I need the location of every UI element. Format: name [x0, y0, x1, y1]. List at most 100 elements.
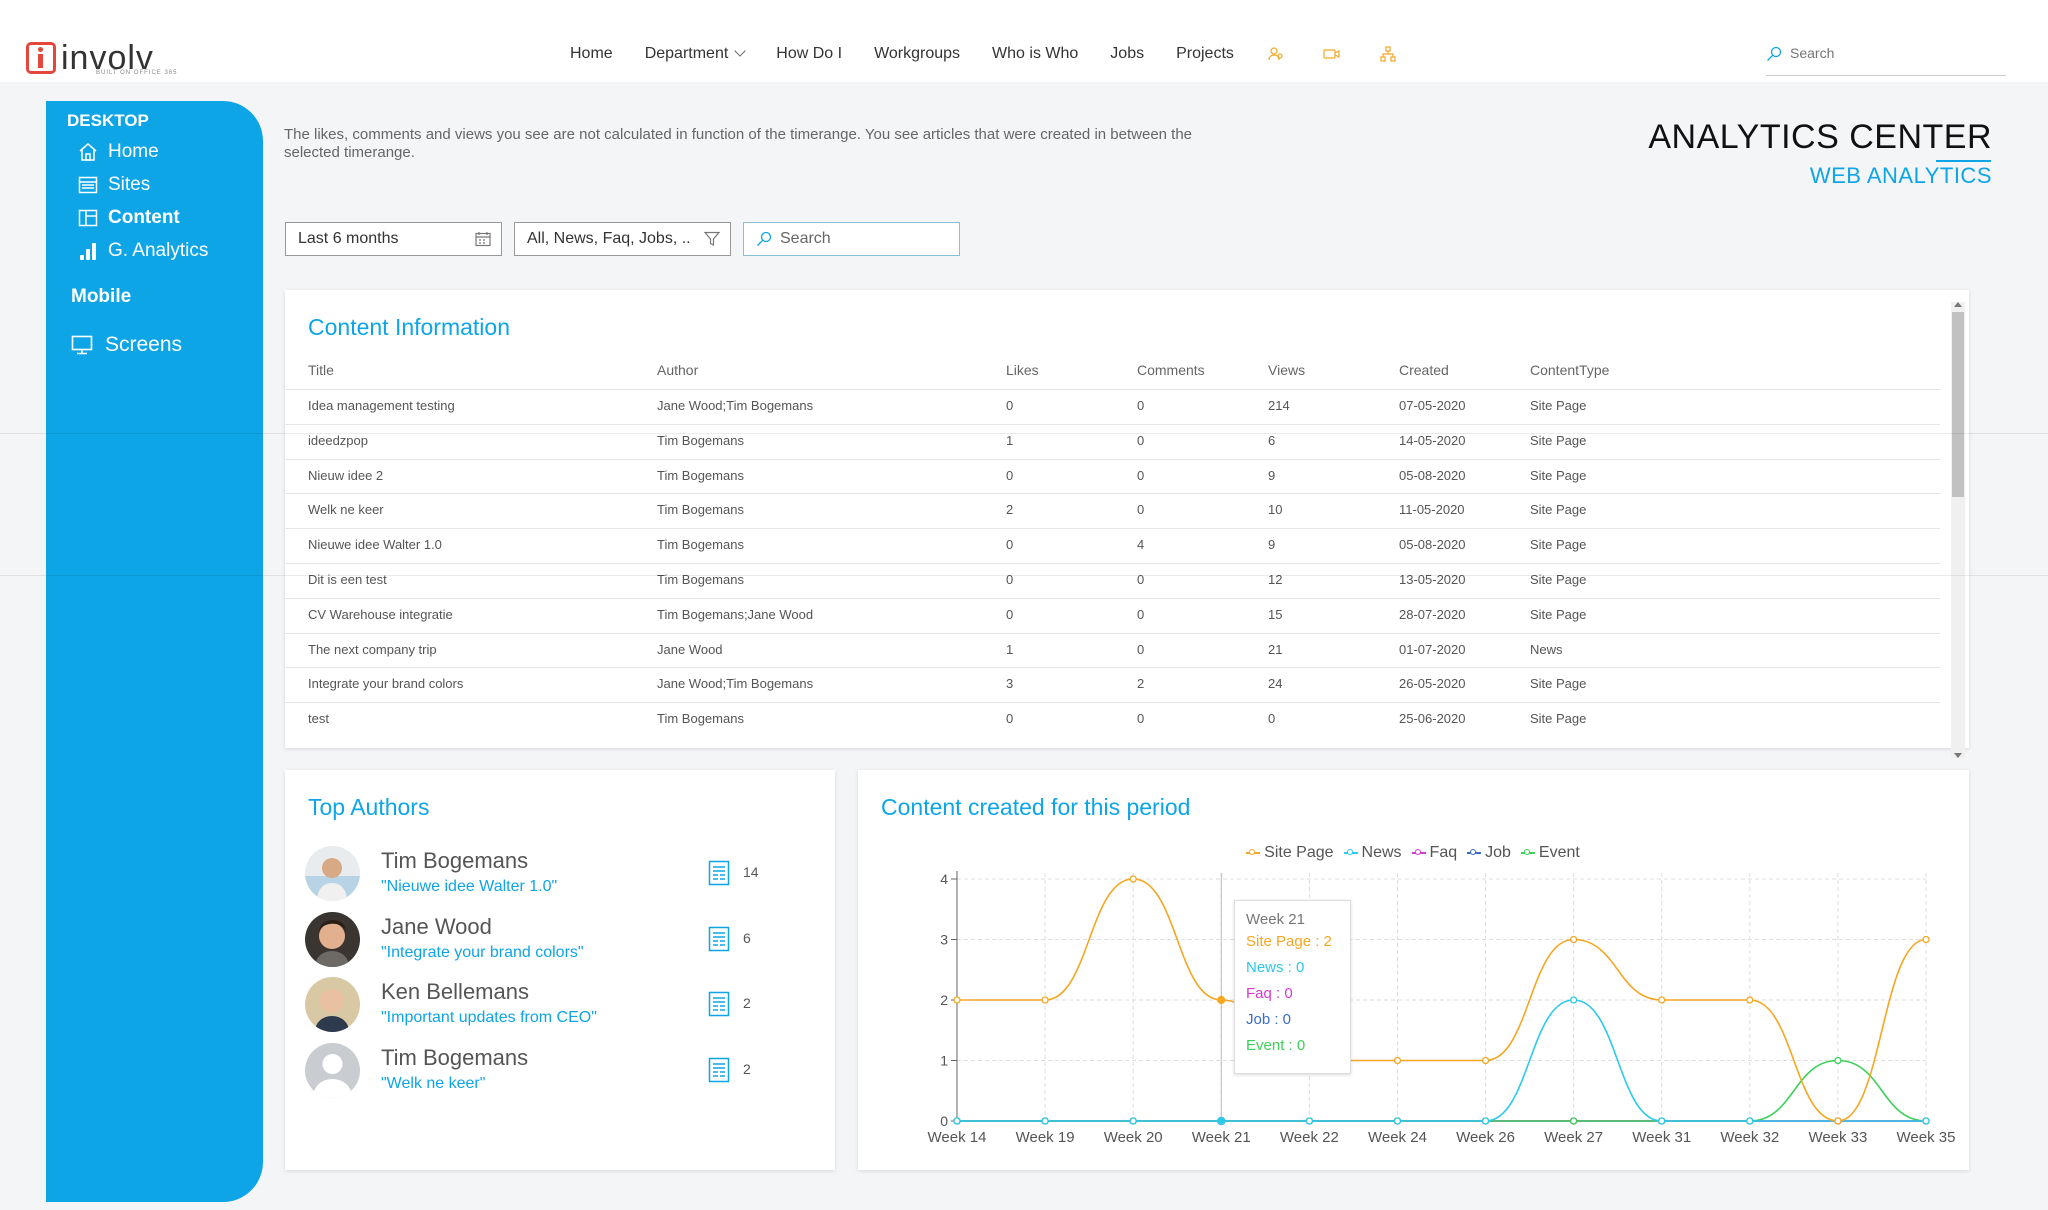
cell-comments: 4 — [1137, 537, 1145, 553]
involv-logo[interactable]: involv BUILT ON OFFICE 365 — [26, 38, 176, 78]
x-tick-label: Week 21 — [1192, 1129, 1251, 1146]
cell-views: 0 — [1268, 711, 1276, 727]
table-row[interactable]: Dit is een test Tim Bogemans 0 0 12 13-05-202… — [285, 563, 1940, 598]
cell-likes: 1 — [1006, 641, 1014, 657]
cell-author: Jane Wood — [657, 641, 723, 657]
nav-how-do-i[interactable]: How Do I — [776, 45, 842, 63]
avatar[interactable] — [305, 911, 360, 967]
x-tick-label: Week 20 — [1104, 1129, 1163, 1146]
cell-title: Integrate your brand colors — [308, 676, 464, 692]
table-row[interactable]: Welk ne keer Tim Bogemans 2 0 10 11-05-2020 Si… — [285, 493, 1940, 528]
author-item[interactable]: Tim Bogemans "Welk ne keer" 2 — [305, 1042, 785, 1103]
nav-department[interactable]: Department — [645, 45, 746, 63]
author-item[interactable]: Jane Wood "Integrate your brand colors" 6 — [305, 911, 785, 972]
avatar[interactable] — [305, 846, 360, 901]
author-article-count: 14 — [743, 864, 759, 880]
top-authors-card: Top Authors Tim Bogemans "Nieuwe idee Wal… — [285, 770, 835, 1170]
table-row[interactable]: Nieuwe idee Walter 1.0 Tim Bogemans 0 4 9 05-… — [285, 528, 1940, 563]
data-point — [1217, 995, 1226, 1005]
cell-created: 01-07-2020 — [1399, 641, 1466, 657]
sidebar-item-label: Home — [108, 141, 159, 162]
sidebar-item-g-analytics[interactable]: G. Analytics — [78, 240, 208, 262]
table-row[interactable]: The next company trip Jane Wood 1 0 21 01-07-… — [285, 632, 1940, 668]
nav-workgroups[interactable]: Workgroups — [874, 45, 960, 63]
data-point — [1834, 1056, 1842, 1065]
sidebar-item-home[interactable]: Home — [78, 141, 159, 163]
table-scrollbar[interactable] — [1951, 302, 1965, 758]
author-item[interactable]: Ken Bellemans "Important updates from CEO… — [305, 977, 785, 1037]
nav-jobs[interactable]: Jobs — [1110, 45, 1144, 63]
cell-contenttype: Site Page — [1530, 467, 1587, 483]
table-row[interactable]: test Tim Bogemans 0 0 0 25-06-2020 Site Page — [285, 702, 1940, 737]
data-point — [1569, 1117, 1578, 1125]
column-header-likes[interactable]: Likes — [1006, 362, 1039, 378]
scroll-thumb[interactable] — [1952, 312, 1964, 497]
author-top-article[interactable]: "Welk ne keer" — [381, 1075, 485, 1093]
cell-author: Tim Bogemans — [657, 502, 744, 518]
column-header-comments[interactable]: Comments — [1137, 362, 1205, 378]
table-row[interactable]: Integrate your brand colors Jane Wood;Tim… — [285, 667, 1940, 702]
column-header-contenttype[interactable]: ContentType — [1530, 362, 1609, 378]
author-name[interactable]: Jane Wood — [381, 914, 492, 940]
document-icon — [708, 991, 730, 1022]
search-icon — [757, 231, 772, 246]
cell-contenttype: Site Page — [1530, 606, 1587, 622]
author-article-count: 6 — [743, 929, 751, 946]
table-row[interactable]: Idea management testing Jane Wood;Tim Bog… — [285, 389, 1940, 424]
x-tick-label: Week 24 — [1368, 1129, 1427, 1146]
scroll-up-icon[interactable] — [1954, 302, 1962, 307]
content-type-filter[interactable]: All, News, Faq, Jobs, .. — [514, 222, 731, 256]
timerange-select[interactable]: Last 6 months — [285, 222, 502, 256]
nav-who-is-who[interactable]: Who is Who — [992, 45, 1078, 63]
column-header-title[interactable]: Title — [308, 362, 334, 378]
cell-title: ideedzpop — [308, 432, 368, 448]
top-search[interactable] — [1766, 44, 2006, 76]
cell-likes: 0 — [1006, 398, 1014, 413]
column-header-created[interactable]: Created — [1399, 362, 1449, 378]
sidebar-item-sites[interactable]: Sites — [78, 174, 150, 196]
sidebar-item-content[interactable]: Content — [78, 207, 180, 229]
cell-author: Tim Bogemans — [657, 711, 744, 727]
cell-created: 07-05-2020 — [1399, 398, 1466, 413]
nav-home[interactable]: Home — [570, 45, 613, 63]
column-header-author[interactable]: Author — [657, 362, 698, 378]
author-name[interactable]: Tim Bogemans — [381, 848, 528, 874]
author-name[interactable]: Ken Bellemans — [381, 979, 529, 1005]
content-search-placeholder[interactable]: Search — [780, 230, 831, 248]
author-article-count: 2 — [743, 1060, 751, 1077]
sitemap-icon[interactable] — [1378, 44, 1398, 64]
column-header-views[interactable]: Views — [1268, 362, 1305, 378]
data-point — [1481, 1117, 1490, 1125]
author-top-article[interactable]: "Integrate your brand colors" — [381, 944, 584, 962]
cell-likes: 0 — [1006, 537, 1014, 553]
data-point — [1746, 1117, 1754, 1125]
table-row[interactable]: ideedzpop Tim Bogemans 1 0 6 14-05-2020 Site P… — [285, 423, 1940, 459]
author-name[interactable]: Tim Bogemans — [381, 1045, 528, 1071]
top-search-input[interactable] — [1788, 44, 1992, 62]
overlay-guide-line — [0, 575, 2048, 576]
table-row[interactable]: CV Warehouse integratie Tim Bogemans;Jane… — [285, 597, 1940, 633]
people-icon[interactable] — [1266, 44, 1286, 64]
home-icon — [79, 143, 97, 161]
author-item[interactable]: Tim Bogemans "Nieuwe idee Walter 1.0" 14 — [305, 846, 785, 906]
author-top-article[interactable]: "Important updates from CEO" — [381, 1009, 597, 1027]
avatar[interactable] — [305, 1042, 360, 1098]
video-icon[interactable] — [1322, 44, 1342, 64]
avatar[interactable] — [305, 977, 360, 1032]
content-search[interactable]: Search — [743, 222, 960, 256]
timerange-notice: The likes, comments and views you see ar… — [284, 126, 1193, 161]
tooltip-line-event: Event : 0 — [1246, 1037, 1306, 1054]
x-tick-label: Week 31 — [1632, 1129, 1691, 1146]
cell-views: 24 — [1268, 676, 1283, 692]
line-chart: 0 1 2 3 4 Week 14 Week 19 Week 20 Week 21 Week 22… — [928, 871, 1955, 1146]
sidebar-mobile-heading[interactable]: Mobile — [71, 286, 131, 308]
logo-text: involv — [61, 39, 154, 77]
nav-projects[interactable]: Projects — [1176, 45, 1234, 63]
table-row[interactable]: Nieuw idee 2 Tim Bogemans 0 0 9 05-08-2020 Sit… — [285, 458, 1940, 494]
bar-chart-icon — [80, 243, 96, 260]
scroll-down-icon[interactable] — [1954, 753, 1962, 758]
cell-contenttype: Site Page — [1530, 676, 1587, 692]
author-top-article[interactable]: "Nieuwe idee Walter 1.0" — [381, 878, 557, 896]
sidebar-item-screens[interactable]: Screens — [71, 333, 182, 357]
data-point — [1746, 996, 1754, 1004]
